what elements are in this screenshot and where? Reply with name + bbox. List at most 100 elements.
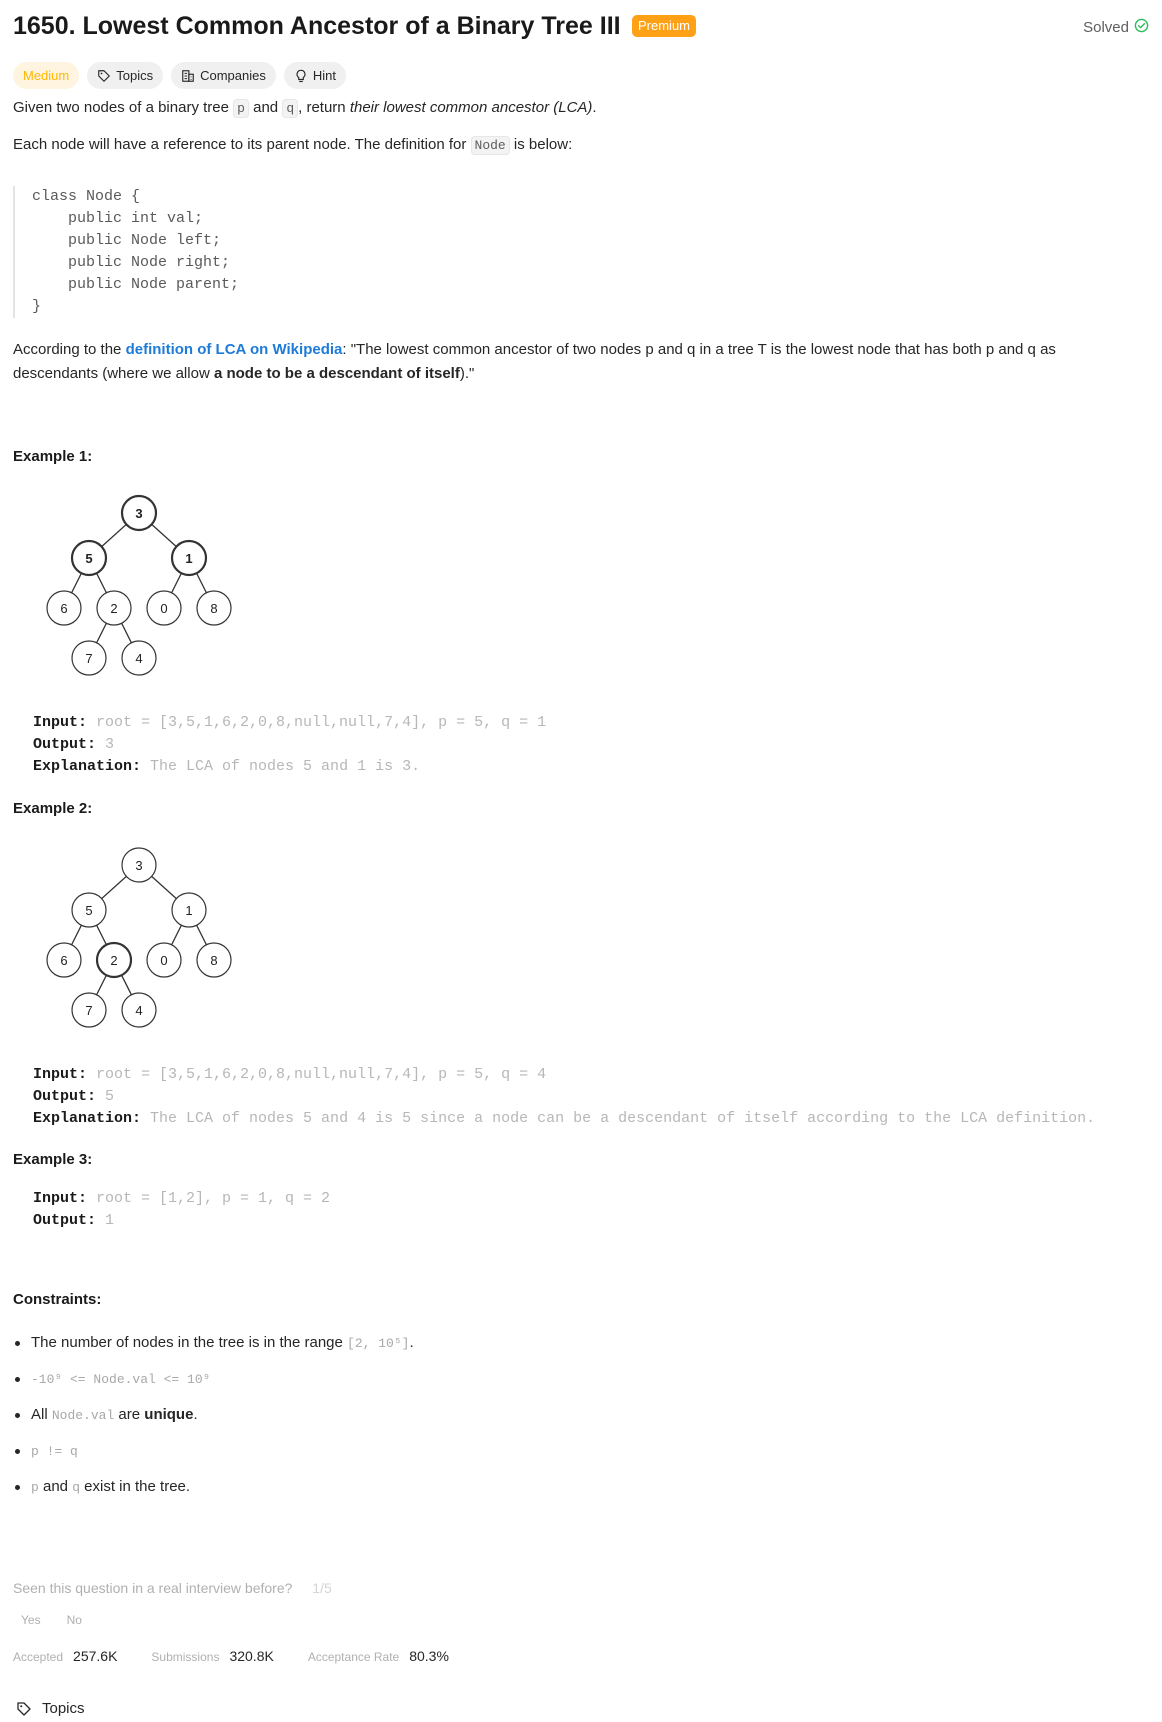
input-label: Input: — [33, 1190, 88, 1207]
text-segment: exist in the tree. — [80, 1478, 191, 1495]
text-segment: . — [409, 1334, 414, 1351]
text-segment: )." — [459, 365, 475, 382]
tree-node-label: 1 — [185, 551, 192, 566]
inline-code: -10⁹ <= Node.val <= 10⁹ — [31, 1372, 211, 1387]
output-value: 5 — [96, 1088, 115, 1105]
text-segment: , return — [298, 99, 350, 116]
problem-title[interactable]: 1650. Lowest Common Ancestor of a Binary… — [13, 12, 621, 41]
difficulty-badge: Medium — [13, 62, 80, 89]
interview-question-text: Seen this question in a real interview b… — [13, 1580, 293, 1596]
text-segment: is below: — [509, 136, 573, 153]
output-label: Output: — [33, 1212, 97, 1229]
premium-badge: Premium — [632, 15, 697, 37]
text-segment: and — [38, 1478, 73, 1495]
inline-code: p — [31, 1480, 39, 1495]
constraints-list: The number of nodes in the tree is in th… — [13, 1332, 414, 1512]
inline-code-node: Node — [470, 136, 510, 155]
tree-node-label: 1 — [185, 903, 192, 918]
hint-chip[interactable]: Hint — [283, 62, 346, 89]
explanation-value: The LCA of nodes 5 and 4 is 5 since a no… — [141, 1110, 1096, 1127]
example-2-io: Input: root = [3,5,1,6,2,0,8,null,null,7… — [33, 1064, 1095, 1130]
lightbulb-icon — [296, 69, 306, 82]
acceptance-rate-stat: Acceptance Rate 80.3% — [308, 1648, 449, 1664]
companies-chip[interactable]: Companies — [171, 62, 276, 89]
example-3-io: Input: root = [1,2], p = 1, q = 2 Output… — [33, 1188, 330, 1232]
interview-count: 1/5 — [312, 1580, 332, 1596]
input-value: root = [3,5,1,6,2,0,8,null,null,7,4], p … — [87, 714, 547, 731]
tree-node-label: 3 — [135, 506, 142, 521]
solved-label: Solved — [1083, 19, 1129, 36]
example-1-tree-diagram: 3 5 1 6 2 0 8 7 4 — [46, 494, 232, 676]
topics-section-toggle[interactable]: Topics — [16, 1700, 85, 1717]
tree-node-label: 2 — [110, 953, 117, 968]
description-paragraph-3: According to the definition of LCA on Wi… — [13, 338, 1133, 386]
tree-node-label: 6 — [60, 953, 67, 968]
constraint-item: All Node.val are unique. — [13, 1404, 414, 1440]
example-2-tree-diagram: 3 5 1 6 2 0 8 7 4 — [46, 847, 232, 1028]
yes-button[interactable]: Yes — [21, 1613, 41, 1627]
companies-chip-label: Companies — [200, 68, 266, 83]
stat-value: 257.6K — [73, 1648, 118, 1664]
tree-node-label: 5 — [85, 903, 92, 918]
emphasis-text: their lowest common ancestor (LCA) — [349, 99, 593, 116]
input-value: root = [3,5,1,6,2,0,8,null,null,7,4], p … — [87, 1066, 547, 1083]
example-2-heading: Example 2: — [13, 800, 93, 817]
no-button[interactable]: No — [67, 1613, 82, 1627]
constraints-heading: Constraints: — [13, 1291, 102, 1308]
tree-node-label: 2 — [110, 601, 117, 616]
submission-stats: Accepted 257.6K Submissions 320.8K Accepta… — [13, 1648, 449, 1664]
explanation-label: Explanation: — [33, 1110, 142, 1127]
check-circle-icon — [1134, 18, 1149, 37]
inline-code: p != q — [31, 1444, 78, 1459]
tree-node-label: 6 — [60, 601, 67, 616]
example-1-heading: Example 1: — [13, 448, 93, 465]
building-icon — [182, 69, 194, 82]
constraint-item: The number of nodes in the tree is in th… — [13, 1332, 414, 1368]
tree-node-label: 3 — [135, 858, 142, 873]
output-label: Output: — [33, 736, 97, 753]
wikipedia-lca-link[interactable]: definition of LCA on Wikipedia — [126, 341, 343, 358]
tree-node-label: 7 — [85, 1003, 92, 1018]
tree-node-label: 8 — [210, 953, 217, 968]
text-segment: Given two nodes of a binary tree — [13, 99, 234, 116]
node-class-code-block: class Node { public int val; public Node… — [13, 186, 1132, 318]
description-paragraph-1: Given two nodes of a binary tree p and q… — [13, 96, 1133, 121]
tree-node-label: 0 — [160, 601, 167, 616]
solved-status: Solved — [1083, 18, 1149, 37]
text-segment: . — [592, 99, 597, 116]
tree-node-label: 0 — [160, 953, 167, 968]
output-label: Output: — [33, 1088, 97, 1105]
text-segment: All — [31, 1406, 52, 1423]
explanation-label: Explanation: — [33, 758, 142, 775]
input-label: Input: — [33, 1066, 88, 1083]
submissions-stat: Submissions 320.8K — [151, 1648, 273, 1664]
text-segment: According to the — [13, 341, 126, 358]
tag-chips: Medium Topics Companies Hint — [13, 62, 346, 89]
explanation-value: The LCA of nodes 5 and 1 is 3. — [141, 758, 421, 775]
interview-question-prompt: Seen this question in a real interview b… — [13, 1580, 332, 1596]
inline-code: q — [72, 1480, 80, 1495]
tree-node-label: 4 — [135, 1003, 142, 1018]
description-paragraph-2: Each node will have a reference to its p… — [13, 133, 1133, 158]
title-row: 1650. Lowest Common Ancestor of a Binary… — [13, 10, 1153, 50]
inline-code-p: p — [233, 99, 249, 118]
topics-section-label: Topics — [42, 1700, 85, 1717]
output-value: 1 — [96, 1212, 115, 1229]
tag-icon — [98, 69, 111, 82]
output-value: 3 — [96, 736, 115, 753]
text-segment: . — [193, 1406, 198, 1423]
inline-code: [2, 10⁵] — [347, 1336, 410, 1351]
text-segment: are — [114, 1406, 145, 1423]
topics-chip[interactable]: Topics — [87, 62, 164, 89]
stat-value: 320.8K — [229, 1648, 274, 1664]
input-label: Input: — [33, 714, 88, 731]
example-1-io: Input: root = [3,5,1,6,2,0,8,null,null,7… — [33, 712, 546, 778]
accepted-stat: Accepted 257.6K — [13, 1648, 117, 1664]
text-segment: The number of nodes in the tree is in th… — [31, 1334, 348, 1351]
constraint-item: p and q exist in the tree. — [13, 1476, 414, 1512]
topics-chip-label: Topics — [116, 68, 154, 83]
bold-text: unique — [144, 1406, 194, 1423]
interview-vote: Yes No — [21, 1613, 82, 1627]
stat-label: Submissions — [151, 1650, 220, 1664]
stat-label: Accepted — [13, 1650, 64, 1664]
